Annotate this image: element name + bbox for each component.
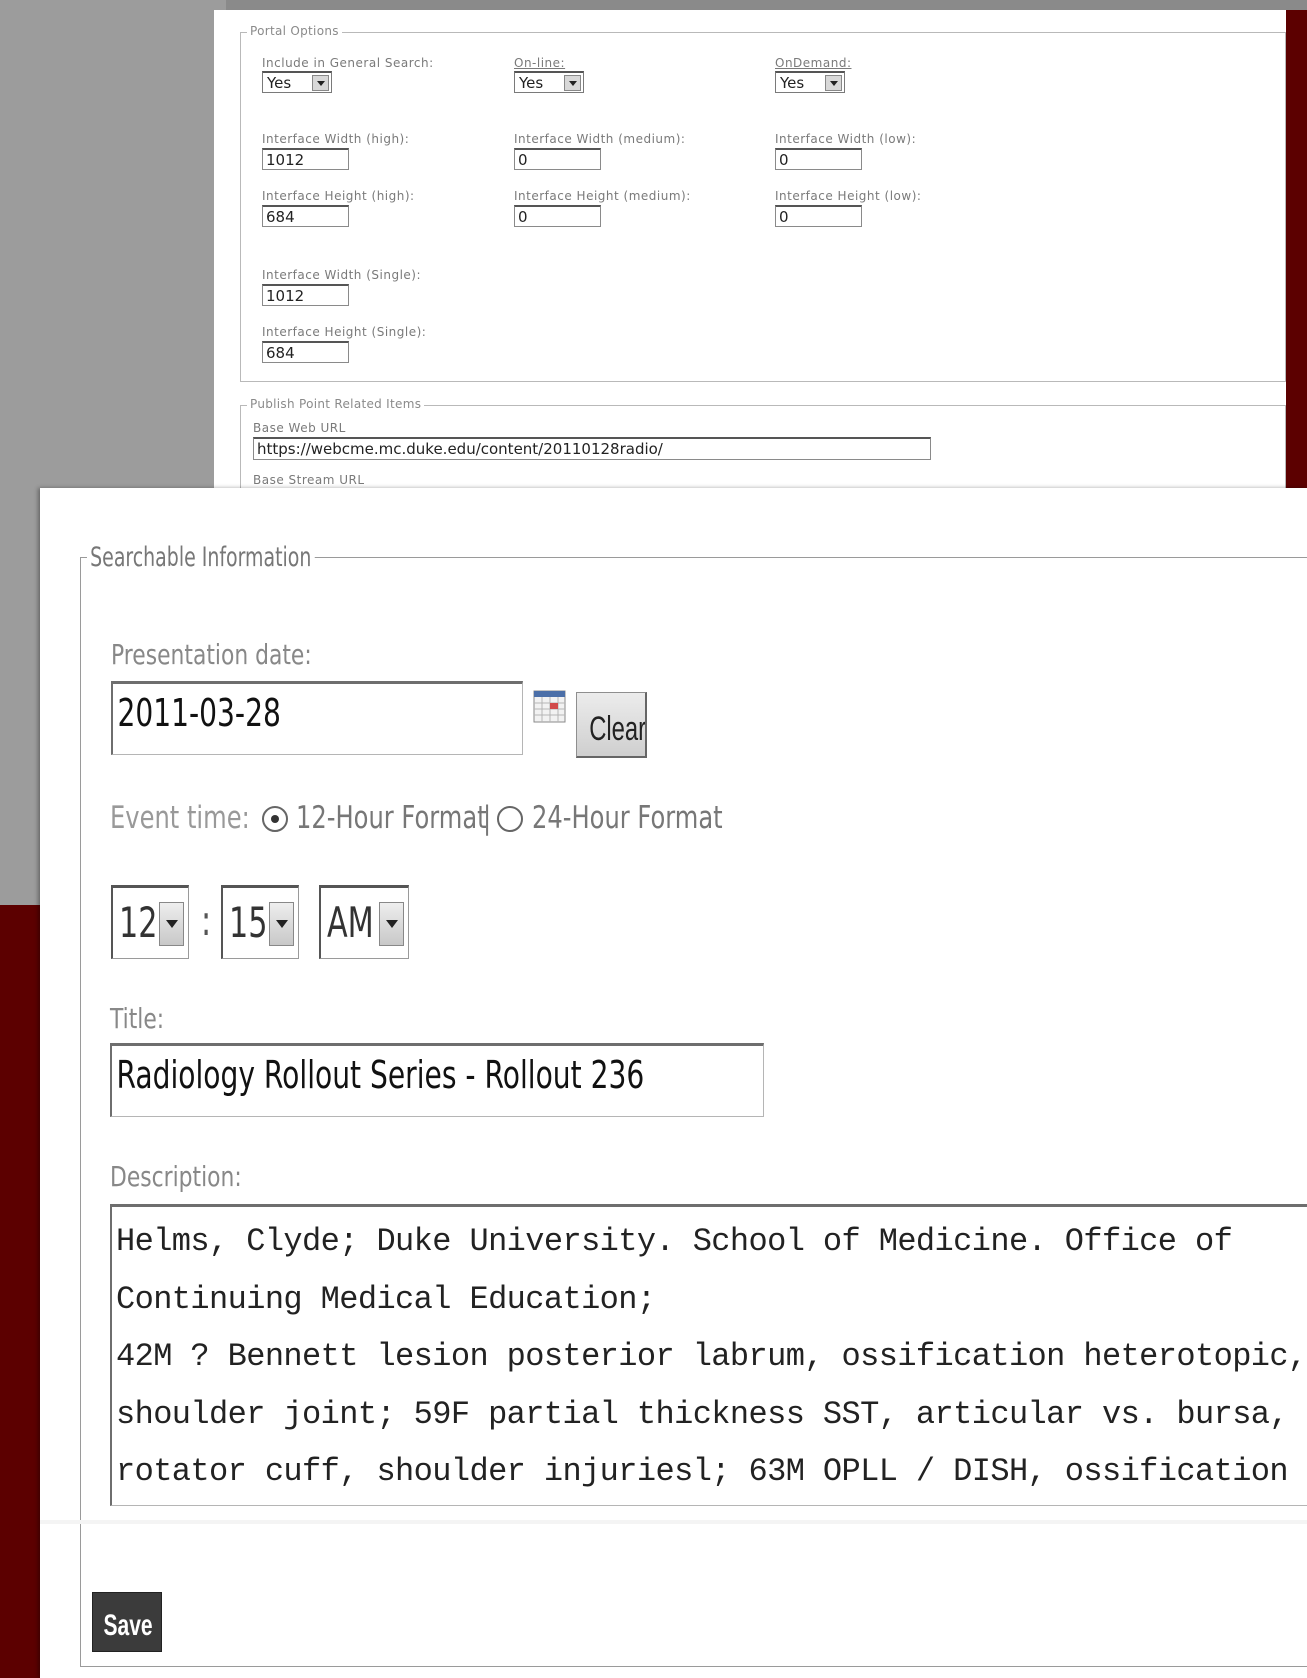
online-label: On-line: [514,56,566,70]
presentation-date-label: Presentation date: [111,638,312,671]
minute-value: 15 [229,898,268,947]
title-label: Title: [110,1002,165,1035]
height-medium-input[interactable]: 0 [514,205,601,227]
save-label: Save [103,1609,153,1642]
clear-date-button[interactable]: Clear [576,692,647,758]
searchable-info-legend: Searchable Information [87,542,315,573]
chevron-down-icon [564,75,581,91]
height-low-input[interactable]: 0 [775,205,862,227]
format-separator: | [483,800,492,836]
chevron-down-icon [312,75,329,91]
width-single-input[interactable]: 1012 [262,284,349,306]
portal-options-legend: Portal Options [247,24,342,38]
base-web-url-label: Base Web URL [253,421,346,435]
description-textarea[interactable]: Helms, Clyde; Duke University. School of… [110,1204,1307,1506]
ampm-select[interactable]: AM [319,885,409,959]
title-input[interactable]: Radiology Rollout Series - Rollout 236 [110,1043,764,1117]
base-web-url-input[interactable]: https://webcme.mc.duke.edu/content/20110… [253,437,931,460]
ondemand-select[interactable]: Yes [775,71,845,93]
width-medium-label: Interface Width (medium): [514,132,686,146]
radio-12-hour[interactable] [262,806,288,832]
description-label: Description: [110,1160,242,1193]
width-medium-input[interactable]: 0 [514,148,601,170]
radio-12-hour-label: 12-Hour Format [296,800,487,836]
width-high-input[interactable]: 1012 [262,148,349,170]
height-medium-label: Interface Height (medium): [514,189,691,203]
include-general-search-label: Include in General Search: [262,56,434,70]
ondemand-value: Yes [780,74,805,92]
ondemand-label: OnDemand: [775,56,852,70]
radio-24-hour-label: 24-Hour Format [532,800,723,836]
width-single-label: Interface Width (Single): [262,268,422,282]
clear-date-label: Clear [589,710,647,748]
chevron-down-icon [159,902,184,946]
width-low-input[interactable]: 0 [775,148,862,170]
ampm-value: AM [327,898,374,947]
width-low-label: Interface Width (low): [775,132,917,146]
panel-divider [40,1520,1307,1524]
presentation-date-value: 2011-03-28 [117,691,281,735]
minute-select[interactable]: 15 [221,885,299,959]
calendar-icon[interactable] [533,689,566,723]
radio-24-hour[interactable] [497,806,523,832]
online-select[interactable]: Yes [514,71,584,93]
height-high-label: Interface Height (high): [262,189,415,203]
title-value: Radiology Rollout Series - Rollout 236 [116,1053,645,1097]
width-high-label: Interface Width (high): [262,132,410,146]
include-general-search-value: Yes [267,74,292,92]
event-time-label: Event time: [110,800,250,836]
chevron-down-icon [825,75,842,91]
base-stream-url-label: Base Stream URL [253,473,365,487]
save-button[interactable]: Save [92,1592,162,1652]
chevron-down-icon [379,902,404,946]
hour-select[interactable]: 12 [111,885,189,959]
height-low-label: Interface Height (low): [775,189,922,203]
publish-point-legend: Publish Point Related Items [247,397,425,411]
hour-value: 12 [119,898,158,947]
right-frame [1286,10,1307,490]
online-value: Yes [519,74,544,92]
time-colon: : [200,896,212,945]
height-high-input[interactable]: 684 [262,205,349,227]
height-single-input[interactable]: 684 [262,341,349,363]
height-single-label: Interface Height (Single): [262,325,427,339]
chevron-down-icon [269,902,294,946]
include-general-search-select[interactable]: Yes [262,71,332,93]
presentation-date-input[interactable]: 2011-03-28 [111,681,523,755]
